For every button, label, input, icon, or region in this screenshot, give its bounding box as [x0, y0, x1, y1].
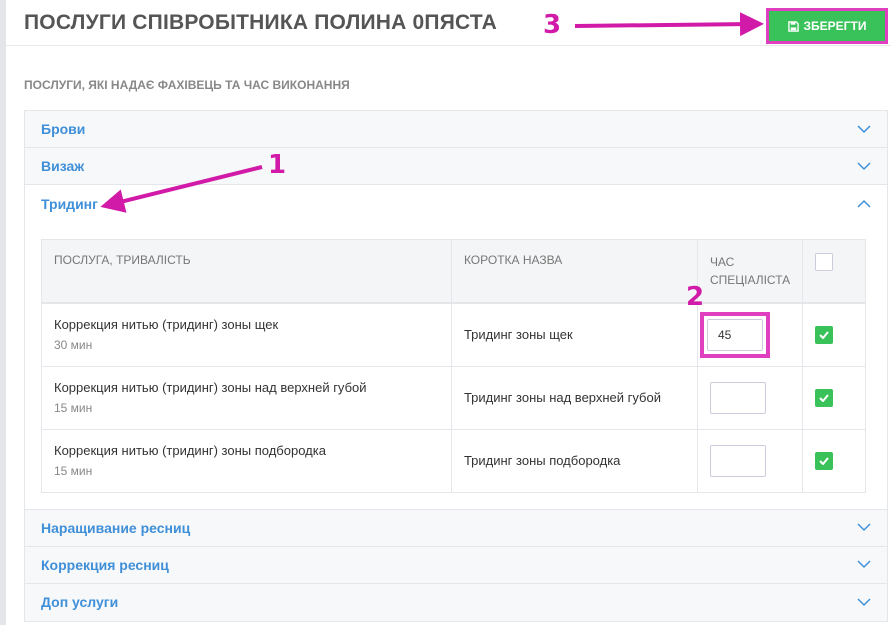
chevron-down-icon [857, 523, 871, 532]
category-label: Коррекция ресниц [41, 556, 169, 573]
section-subtitle: ПОСЛУГИ, ЯКІ НАДАЄ ФАХІВЕЦЬ ТА ЧАС ВИКОН… [24, 78, 350, 92]
service-name: Коррекция нитью (тридинг) зоны подбородк… [54, 443, 326, 458]
service-cell: Коррекция нитью (тридинг) зоны щек 30 ми… [41, 303, 452, 367]
column-header-select-all [802, 239, 866, 304]
row-checkbox[interactable] [815, 388, 834, 407]
chevron-down-icon [857, 560, 871, 569]
short-name-cell: Тридинг зоны над верхней губой [451, 366, 698, 430]
annotation-number-3: 3 [543, 10, 562, 40]
save-button[interactable]: ЗБЕРЕГТИ [766, 8, 888, 44]
time-cell [697, 429, 804, 492]
category-label: Тридинг [41, 195, 98, 212]
service-cell: Коррекция нитью (тридинг) зоны подбородк… [41, 429, 452, 492]
category-trideing[interactable]: Тридинг [25, 185, 887, 222]
floppy-disk-icon [787, 20, 799, 32]
service-duration: 15 мин [54, 401, 93, 415]
time-input[interactable] [709, 444, 766, 477]
category-brovi[interactable]: Брови [25, 111, 887, 148]
modal-header: ПОСЛУГИ СПІВРОБІТНИКА ПОЛИНА 0ПЯСТА ЗБЕР… [6, 0, 891, 46]
category-korrekciya[interactable]: Коррекция ресниц [25, 546, 887, 584]
annotation-number-2: 2 [686, 282, 705, 312]
short-name-cell: Тридинг зоны щек [451, 303, 698, 367]
highlight-box [699, 311, 770, 358]
category-label: Наращивание ресниц [41, 519, 191, 536]
column-header-service: ПОСЛУГА, ТРИВАЛІСТЬ [41, 239, 452, 304]
service-cell: Коррекция нитью (тридинг) зоны над верхн… [41, 366, 452, 430]
page-title: ПОСЛУГИ СПІВРОБІТНИКА ПОЛИНА 0ПЯСТА [24, 11, 497, 34]
category-label: Визаж [41, 158, 85, 174]
chevron-down-icon [857, 597, 871, 606]
time-cell [697, 366, 804, 430]
chevron-down-icon [857, 124, 871, 133]
table-row: Коррекция нитью (тридинг) зоны подбородк… [41, 429, 866, 492]
row-checkbox[interactable] [815, 325, 834, 344]
category-label: Брови [41, 121, 86, 137]
annotation-number-1: 1 [268, 150, 287, 180]
time-cell [697, 303, 804, 367]
service-duration: 30 мин [54, 338, 93, 353]
chevron-down-icon [857, 161, 871, 170]
short-name-cell: Тридинг зоны подбородка [451, 429, 698, 492]
checkmark-icon [819, 331, 829, 339]
service-name: Коррекция нитью (тридинг) зоны щек [54, 317, 279, 333]
checkmark-icon [819, 393, 829, 402]
column-header-time: ЧАС СПЕЦІАЛІСТА [697, 239, 804, 304]
save-button-label: ЗБЕРЕГТИ [803, 19, 867, 33]
service-name: Коррекция нитью (тридинг) зоны над верхн… [54, 380, 367, 395]
check-cell [803, 429, 866, 492]
table-row: Коррекция нитью (тридинг) зоны над верхн… [41, 366, 866, 430]
row-checkbox[interactable] [815, 451, 834, 470]
service-duration: 15 мин [54, 464, 93, 478]
time-input[interactable] [709, 381, 766, 414]
chevron-up-icon [857, 199, 871, 208]
check-cell [802, 366, 866, 430]
services-table: ПОСЛУГА, ТРИВАЛІСТЬ КОРОТКА НАЗВА ЧАС СП… [41, 239, 866, 493]
time-input[interactable] [706, 318, 763, 351]
category-naraschivanie[interactable]: Наращивание ресниц [25, 509, 887, 547]
checkmark-icon [819, 456, 829, 465]
categories-accordion: Брови Визаж Тридинг ПОСЛУГА, ТРИВАЛІСТЬ … [24, 110, 888, 622]
column-header-short-name: КОРОТКА НАЗВА [451, 239, 698, 304]
category-vizazh[interactable]: Визаж [25, 148, 887, 185]
select-all-checkbox[interactable] [815, 253, 834, 271]
table-row: Коррекция нитью (тридинг) зоны щек 30 ми… [41, 303, 866, 367]
services-modal: ПОСЛУГИ СПІВРОБІТНИКА ПОЛИНА 0ПЯСТА ЗБЕР… [6, 0, 891, 625]
category-trideing-body: ПОСЛУГА, ТРИВАЛІСТЬ КОРОТКА НАЗВА ЧАС СП… [25, 222, 887, 510]
category-label: Доп услуги [41, 594, 119, 610]
category-dop-uslugi[interactable]: Доп услуги [25, 583, 887, 621]
check-cell [802, 303, 866, 367]
